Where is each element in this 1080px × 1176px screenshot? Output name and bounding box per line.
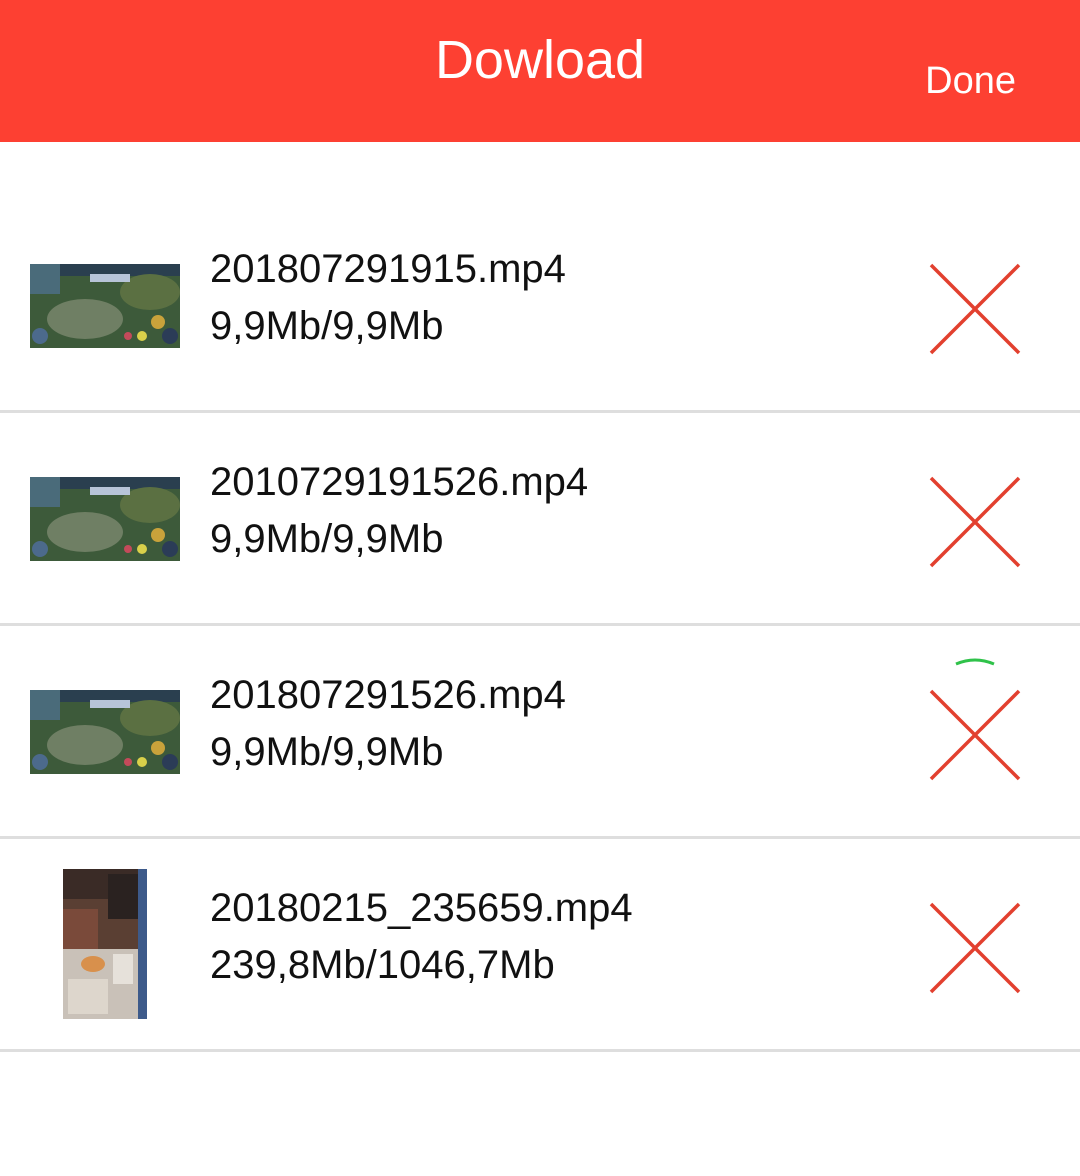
video-thumbnail[interactable]	[30, 690, 180, 774]
file-name: 20180215_235659.mp4	[210, 886, 633, 930]
close-x-icon[interactable]	[928, 688, 1022, 782]
file-size: 9,9Mb/9,9Mb	[210, 304, 444, 348]
video-thumbnail[interactable]	[30, 477, 180, 561]
list-item: 20180215_235659.mp4 239,8Mb/1046,7Mb	[0, 839, 1080, 1052]
close-x-icon[interactable]	[928, 475, 1022, 569]
list-item: 201807291526.mp4 9,9Mb/9,9Mb	[0, 626, 1080, 839]
progress-arc	[928, 656, 1022, 666]
file-size: 239,8Mb/1046,7Mb	[210, 943, 555, 987]
list-item: 201807291915.mp4 9,9Mb/9,9Mb	[0, 200, 1080, 413]
file-name: 201807291915.mp4	[210, 247, 566, 291]
app-bar: Dowload Done	[0, 0, 1080, 142]
video-thumbnail[interactable]	[30, 264, 180, 348]
download-list: 201807291915.mp4 9,9Mb/9,9Mb 20107291915…	[0, 200, 1080, 1052]
file-size: 9,9Mb/9,9Mb	[210, 517, 444, 561]
file-name: 201807291526.mp4	[210, 673, 566, 717]
page-title: Dowload	[434, 30, 646, 90]
close-x-icon[interactable]	[928, 901, 1022, 995]
list-item: 2010729191526.mp4 9,9Mb/9,9Mb	[0, 413, 1080, 626]
video-thumbnail[interactable]	[63, 869, 147, 1019]
file-size: 9,9Mb/9,9Mb	[210, 730, 444, 774]
done-button[interactable]: Done	[925, 60, 1016, 102]
file-name: 2010729191526.mp4	[210, 460, 589, 504]
close-x-icon[interactable]	[928, 262, 1022, 356]
